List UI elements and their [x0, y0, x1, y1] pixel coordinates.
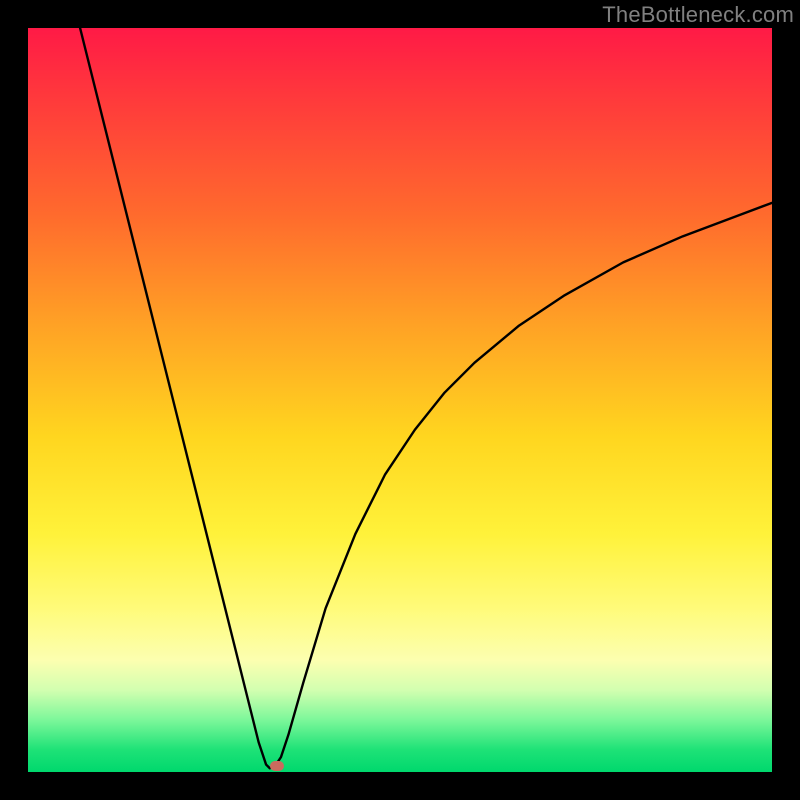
optimum-marker: [270, 761, 284, 771]
watermark-text: TheBottleneck.com: [602, 2, 794, 28]
chart-frame: TheBottleneck.com: [0, 0, 800, 800]
bottleneck-curve: [28, 28, 772, 772]
plot-area: [28, 28, 772, 772]
